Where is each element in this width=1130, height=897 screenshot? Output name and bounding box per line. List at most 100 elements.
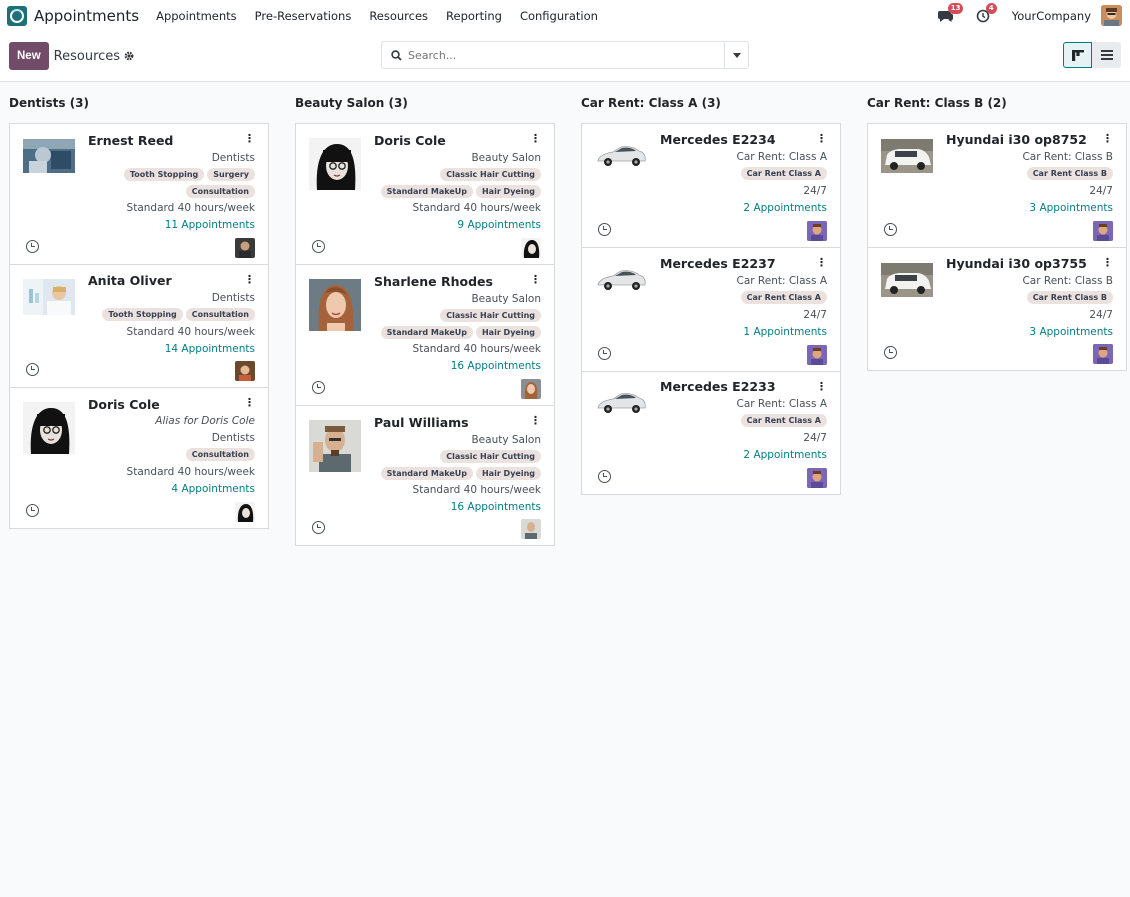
resource-category: Beauty Salon [471,434,541,446]
appointments-link[interactable]: 1 Appointments [660,324,827,341]
owner-avatar [1093,221,1113,241]
menu-pre-reservations[interactable]: Pre-Reservations [255,9,352,23]
owner-avatar [807,221,827,241]
resource-card[interactable]: Ernest Reed ⋮ Dentists Tooth Stopping Su… [9,123,269,265]
resource-photo [309,279,361,331]
owner-avatar [807,468,827,488]
clock-icon[interactable] [312,381,325,394]
menu-resources[interactable]: Resources [369,9,428,23]
menu-configuration[interactable]: Configuration [520,9,598,23]
new-button[interactable]: New [9,42,49,70]
owner-avatar [235,502,255,522]
kanban-board: Dentists (3) Ernest Reed ⋮ Dentists Toot… [0,82,1130,897]
clock-icon[interactable] [598,470,611,483]
resource-photo [309,138,361,190]
menu-reporting[interactable]: Reporting [446,9,502,23]
resource-category: Car Rent: Class A [736,151,828,163]
appointments-app-icon[interactable] [7,5,27,26]
resource-card[interactable]: Anita Oliver ⋮ Dentists Tooth Stopping C… [9,264,269,388]
resource-name: Doris Cole [374,133,446,148]
list-view-button[interactable] [1092,42,1121,68]
resource-photo [881,263,933,297]
clock-icon[interactable] [26,504,39,517]
gear-icon[interactable] [124,51,134,61]
resource-card[interactable]: Paul Williams ⋮ Beauty Salon Classic Hai… [295,405,555,546]
resource-tag: Car Rent Class A [740,291,827,304]
appointments-link[interactable]: 3 Appointments [946,324,1113,341]
resource-tag: Car Rent Class A [740,167,827,180]
kanban-view-button[interactable] [1063,42,1092,68]
activities-count-badge: 4 [985,2,997,14]
resource-photo [595,265,647,295]
clock-icon[interactable] [884,223,897,236]
clock-icon[interactable] [312,521,325,534]
clock-icon[interactable] [598,223,611,236]
appointments-link[interactable]: 9 Appointments [374,217,541,234]
resource-card[interactable]: Mercedes E2233 ⋮ Car Rent: Class A Car R… [581,371,841,495]
clock-icon[interactable] [884,346,897,359]
resource-schedule: 24/7 [803,185,827,197]
activities-button[interactable]: 4 [976,2,997,23]
clock-icon[interactable] [312,240,325,253]
search-input[interactable] [408,48,708,62]
messages-button[interactable]: 13 [937,2,964,23]
resource-category: Beauty Salon [471,293,541,305]
top-navbar: Appointments Appointments Pre-Reservatio… [0,0,1130,31]
appointments-link[interactable]: 11 Appointments [88,217,255,234]
resource-card[interactable]: Mercedes E2237 ⋮ Car Rent: Class A Car R… [581,247,841,372]
resource-name: Mercedes E2237 [660,256,776,271]
list-icon [1100,50,1113,60]
card-menu-icon[interactable]: ⋮ [1102,257,1113,269]
resource-name: Ernest Reed [88,133,174,148]
resource-card[interactable]: Hyundai i30 op3755 ⋮ Car Rent: Class B C… [867,247,1127,371]
appointments-link[interactable]: 16 Appointments [374,499,541,516]
resource-category: Car Rent: Class A [736,275,828,287]
company-switcher[interactable]: YourCompany [1012,9,1091,23]
menu-appointments[interactable]: Appointments [156,9,237,23]
resource-tag: Surgery [207,168,255,181]
resource-category: Dentists [211,432,255,444]
breadcrumb: Resources [54,49,134,64]
column-title[interactable]: Car Rent: Class A (3) [581,82,841,123]
resource-card[interactable]: Hyundai i30 op8752 ⋮ Car Rent: Class B C… [867,123,1127,248]
clock-icon[interactable] [26,240,39,253]
user-avatar[interactable] [1101,5,1122,26]
column-title[interactable]: Beauty Salon (3) [295,82,555,123]
resource-card[interactable]: Mercedes E2234 ⋮ Car Rent: Class A Car R… [581,123,841,248]
clock-icon[interactable] [26,363,39,376]
card-menu-icon[interactable]: ⋮ [816,133,827,145]
resource-category: Dentists [211,292,255,304]
resource-photo [23,402,75,454]
appointments-link[interactable]: 3 Appointments [946,200,1113,217]
card-menu-icon[interactable]: ⋮ [244,133,255,145]
appointments-link[interactable]: 4 Appointments [88,481,255,498]
card-menu-icon[interactable]: ⋮ [530,415,541,427]
resource-tag: Car Rent Class B [1026,167,1113,180]
column-title[interactable]: Car Rent: Class B (2) [867,82,1127,123]
appointments-link[interactable]: 2 Appointments [660,447,827,464]
column-title[interactable]: Dentists (3) [9,82,269,123]
appointments-link[interactable]: 2 Appointments [660,200,827,217]
appointments-link[interactable]: 14 Appointments [88,341,255,358]
resource-card[interactable]: Doris Cole ⋮ Beauty Salon Classic Hair C… [295,123,555,265]
resource-name: Mercedes E2233 [660,379,776,394]
card-menu-icon[interactable]: ⋮ [530,133,541,145]
card-menu-icon[interactable]: ⋮ [244,274,255,286]
resource-name: Hyundai i30 op3755 [946,256,1087,271]
search-options-toggle[interactable] [724,42,748,68]
appointments-link[interactable]: 16 Appointments [374,358,541,375]
card-menu-icon[interactable]: ⋮ [530,274,541,286]
app-name[interactable]: Appointments [34,7,139,25]
resource-card[interactable]: Doris Cole ⋮ Alias for Doris Cole Dentis… [9,387,269,529]
page-title: Resources [53,48,121,64]
card-menu-icon[interactable]: ⋮ [816,257,827,269]
card-menu-icon[interactable]: ⋮ [244,397,255,409]
clock-icon[interactable] [598,347,611,360]
card-menu-icon[interactable]: ⋮ [1102,133,1113,145]
resource-card[interactable]: Sharlene Rhodes ⋮ Beauty Salon Classic H… [295,264,555,406]
owner-avatar [235,361,255,381]
card-menu-icon[interactable]: ⋮ [816,381,827,393]
resource-tag: Tooth Stopping [123,168,205,181]
search-bar [381,41,749,69]
resource-photo [881,139,933,173]
